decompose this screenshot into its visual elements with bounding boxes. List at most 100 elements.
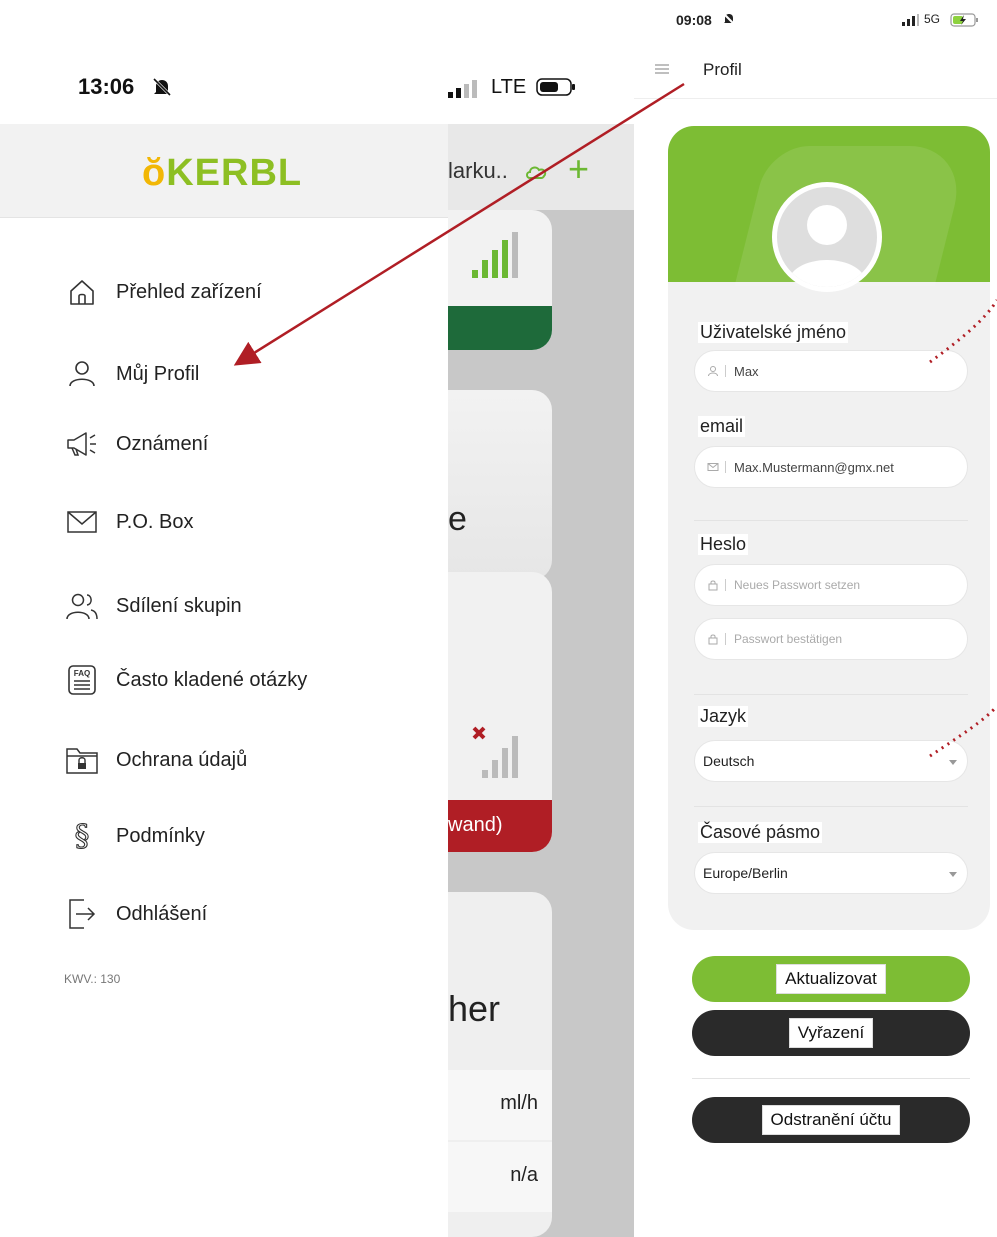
menu-item-devices[interactable]: Přehled zařízení	[64, 272, 262, 312]
delete-account-button[interactable]: Odstranění účtu	[692, 1097, 970, 1143]
group-icon	[64, 588, 100, 624]
logout-icon	[64, 896, 100, 932]
background-header: larku.. +	[448, 124, 634, 210]
avatar-placeholder-icon	[787, 205, 867, 287]
battery-icon	[536, 78, 575, 96]
status-time: 13:06	[78, 74, 135, 99]
menu-item-label: Přehled zařízení	[116, 280, 262, 303]
add-icon[interactable]: +	[568, 151, 589, 187]
paragraph-icon: §	[64, 818, 100, 854]
menu-item-label: Odhlášení	[116, 902, 208, 925]
username-label: Uživatelské jméno	[698, 322, 849, 343]
data-row-value: ml/h	[500, 1092, 538, 1114]
language-select[interactable]: Deutsch	[694, 740, 968, 782]
field-separator	[725, 365, 726, 377]
status-time: 09:08	[676, 12, 712, 28]
new-password-placeholder: Neues Passwort setzen	[734, 578, 861, 592]
discard-button[interactable]: Vyřazení	[692, 1010, 970, 1056]
section-divider	[694, 806, 968, 807]
username-field[interactable]: Max	[694, 350, 968, 392]
lock-icon	[708, 580, 718, 591]
menu-item-logout[interactable]: Odhlášení	[64, 894, 207, 934]
email-label: email	[698, 416, 746, 437]
right-phone-screen: 09:08 5G Profil Uživatelské jméno Max em…	[634, 0, 997, 1237]
svg-text:§: §	[75, 819, 90, 853]
bell-off-icon	[723, 13, 735, 25]
comparison-screenshot: 13:06 LTE larku.. + e wand) her ml/h n/a…	[0, 0, 997, 1237]
device-card[interactable]: e	[448, 390, 552, 580]
menu-item-label: Oznámení	[116, 432, 209, 455]
timezone-label: Časové pásmo	[698, 822, 823, 843]
discard-button-label: Vyřazení	[788, 1018, 874, 1048]
language-label: Jazyk	[698, 706, 749, 727]
button-divider	[692, 1078, 970, 1079]
field-separator	[725, 579, 726, 591]
app-version: KWV.: 130	[64, 972, 121, 986]
device-card[interactable]: her ml/h n/a	[448, 892, 552, 1237]
battery-charging-icon	[950, 13, 978, 27]
device-card-text: e	[448, 500, 467, 538]
svg-text:FAQ: FAQ	[74, 669, 90, 678]
delete-account-button-label: Odstranění účtu	[761, 1105, 901, 1135]
menu-item-faq[interactable]: FAQ Často kladené otázky	[64, 660, 307, 700]
data-row: ml/h	[448, 1070, 552, 1140]
no-signal-icon	[472, 726, 518, 778]
update-button-label: Aktualizovat	[776, 964, 886, 994]
email-value: Max.Mustermann@gmx.net	[734, 459, 894, 475]
confirm-password-placeholder: Passwort bestätigen	[734, 632, 843, 646]
navigation-drawer: ŏKERBL Přehled zařízení Můj Profil Oznám…	[0, 124, 448, 1237]
data-row: n/a	[448, 1142, 552, 1212]
page-title: Profil	[703, 60, 742, 79]
chevron-down-icon	[949, 760, 957, 765]
password-label: Heslo	[698, 534, 749, 555]
device-card[interactable]	[448, 210, 552, 350]
menu-item-group-sharing[interactable]: Sdílení skupin	[64, 586, 242, 626]
device-card[interactable]: wand)	[448, 572, 552, 852]
menu-item-label: Ochrana údajů	[116, 748, 248, 771]
confirm-password-field[interactable]: Passwort bestätigen	[694, 618, 968, 660]
mail-icon	[707, 463, 719, 471]
section-divider	[694, 520, 968, 521]
menu-item-announcements[interactable]: Oznámení	[64, 424, 208, 464]
timezone-value: Europe/Berlin	[703, 865, 788, 881]
header-divider	[634, 98, 997, 99]
menu-item-profile[interactable]: Můj Profil	[64, 354, 199, 394]
megaphone-icon	[64, 426, 100, 462]
mail-icon	[64, 504, 100, 540]
cloud-icon[interactable]	[524, 162, 550, 182]
device-card-text: her	[448, 988, 501, 1029]
menu-icon[interactable]	[654, 62, 670, 76]
background-app: larku.. + e wand) her ml/h n/a	[448, 124, 634, 1237]
signal-icon	[902, 14, 919, 26]
email-field[interactable]: Max.Mustermann@gmx.net	[694, 446, 968, 488]
username-value: Max	[734, 363, 759, 379]
new-password-field[interactable]: Neues Passwort setzen	[694, 564, 968, 606]
update-button[interactable]: Aktualizovat	[692, 956, 970, 1002]
menu-item-terms[interactable]: § Podmínky	[64, 816, 205, 856]
chevron-down-icon	[949, 872, 957, 877]
data-row-value: n/a	[510, 1164, 538, 1186]
avatar[interactable]	[772, 182, 882, 292]
device-status-bar	[448, 306, 552, 350]
lock-folder-icon	[64, 742, 100, 778]
menu-item-label: P.O. Box	[116, 510, 194, 533]
kerbl-logo: ŏKERBL	[142, 152, 303, 194]
menu-item-privacy[interactable]: Ochrana údajů	[64, 740, 247, 780]
network-type: 5G	[924, 12, 941, 26]
profile-card: Uživatelské jméno Max email Max.Musterma…	[668, 126, 990, 930]
faq-icon: FAQ	[64, 662, 100, 698]
language-value: Deutsch	[703, 753, 755, 769]
menu-item-po-box[interactable]: P.O. Box	[64, 502, 193, 542]
left-phone-screen: 13:06 LTE larku.. + e wand) her ml/h n/a…	[0, 0, 634, 1237]
menu-item-label: Často kladené otázky	[116, 668, 308, 691]
lock-icon	[708, 634, 718, 645]
user-icon	[708, 366, 718, 377]
device-alert-text: wand)	[448, 814, 503, 836]
device-alert-bar: wand)	[448, 800, 552, 852]
section-divider	[694, 694, 968, 695]
home-icon	[64, 274, 100, 310]
timezone-select[interactable]: Europe/Berlin	[694, 852, 968, 894]
menu-item-label: Můj Profil	[116, 362, 200, 385]
user-icon	[64, 356, 100, 392]
background-header-text: larku..	[448, 158, 508, 183]
